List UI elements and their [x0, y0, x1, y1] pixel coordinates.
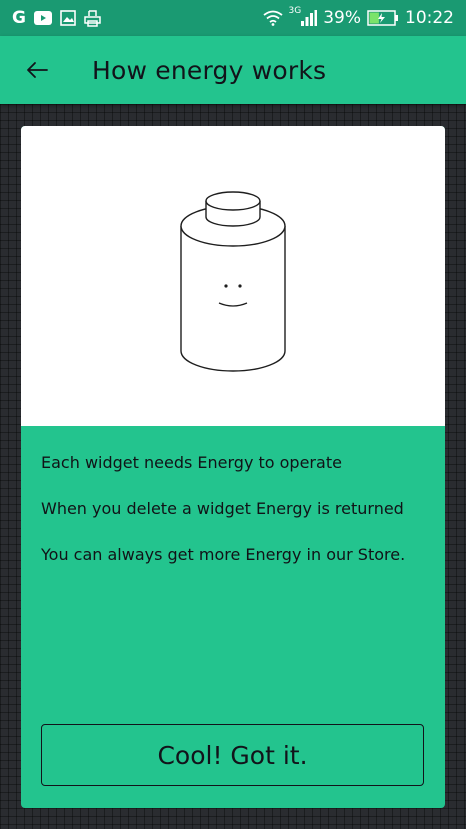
status-bar-right: 3G 39% 10:22 [262, 6, 454, 28]
battery-charging-icon [367, 8, 399, 28]
wifi-icon [262, 8, 283, 28]
info-line-3: You can always get more Energy in our St… [41, 545, 406, 564]
got-it-button[interactable]: Cool! Got it. [41, 724, 424, 786]
app-bar: How energy works [0, 36, 466, 104]
network-type-label: 3G [288, 6, 302, 16]
gallery-icon [60, 8, 76, 28]
status-bar: G 3G 39% 10:22 [0, 0, 466, 36]
back-button[interactable] [24, 57, 50, 83]
left-eye [224, 284, 228, 288]
arrow-back-icon [27, 62, 48, 78]
signal-icon [301, 8, 318, 28]
energy-info-card: Each widget needs Energy to operate When… [21, 126, 445, 808]
right-eye [238, 284, 242, 288]
status-bar-left: G [12, 8, 101, 28]
illustration-panel [21, 126, 445, 426]
printer-icon [84, 8, 101, 28]
page-title: How energy works [92, 55, 327, 85]
info-line-2: When you delete a widget Energy is retur… [41, 499, 404, 518]
info-line-1: Each widget needs Energy to operate [41, 453, 342, 472]
clock: 10:22 [405, 8, 454, 28]
google-icon: G [12, 8, 26, 28]
battery-percent: 39% [323, 8, 361, 28]
smile [218, 302, 248, 307]
battery-face-illustration [180, 191, 286, 372]
energy-info-text: Each widget needs Energy to operate When… [41, 451, 431, 589]
youtube-icon [33, 8, 52, 28]
